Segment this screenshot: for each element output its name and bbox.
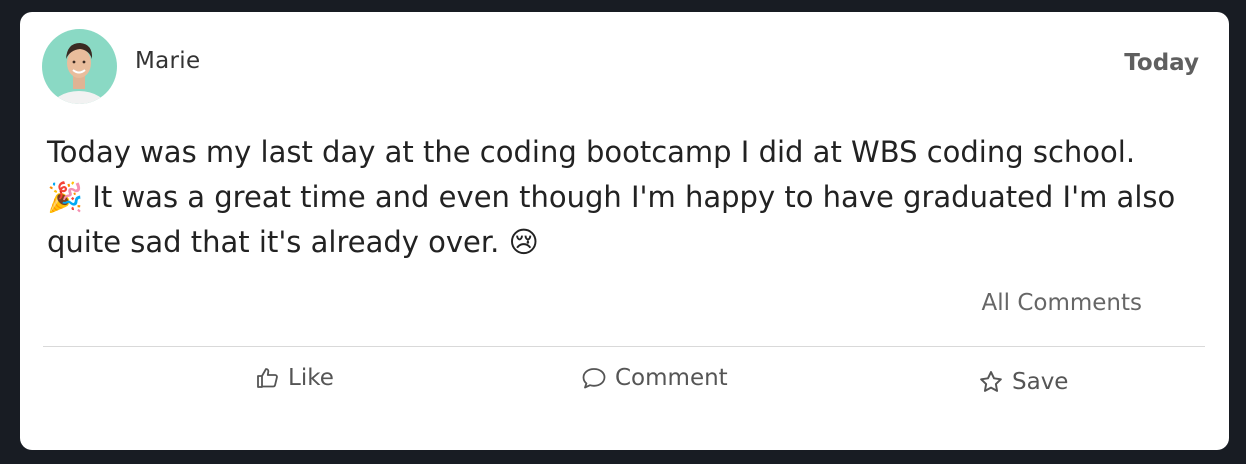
like-label: Like — [288, 365, 334, 391]
comment-button[interactable]: Comment — [581, 358, 728, 398]
comment-label: Comment — [615, 365, 728, 391]
post-date: Today — [1124, 50, 1199, 76]
author-name[interactable]: Marie — [135, 48, 200, 74]
avatar-image — [42, 29, 117, 104]
all-comments-link[interactable]: All Comments — [982, 290, 1143, 316]
speech-bubble-icon — [582, 368, 606, 389]
divider — [43, 346, 1205, 347]
thumbs-up-icon — [257, 368, 278, 388]
save-label: Save — [1012, 369, 1069, 395]
like-button[interactable]: Like — [256, 358, 334, 398]
star-icon — [980, 371, 1002, 392]
save-button[interactable]: Save — [978, 362, 1068, 402]
post-card: Marie Today Today was my last day at the… — [20, 12, 1229, 450]
avatar[interactable] — [42, 29, 117, 104]
post-text: Today was my last day at the coding boot… — [47, 135, 1176, 259]
